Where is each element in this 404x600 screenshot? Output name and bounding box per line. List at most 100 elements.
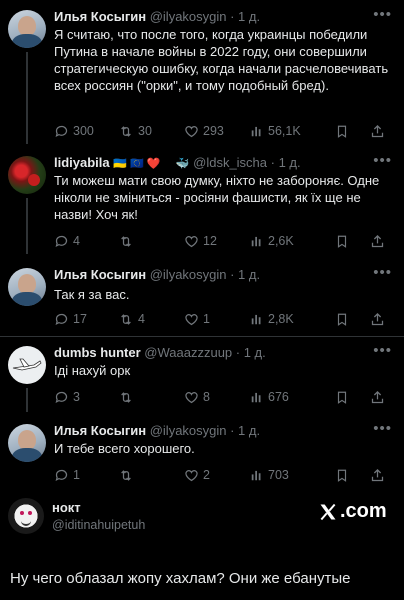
reply-count: 300: [73, 124, 94, 138]
share-button[interactable]: [370, 466, 389, 484]
tweet-actions: 4 12 2,6K: [54, 232, 394, 250]
avatar[interactable]: [8, 10, 46, 48]
bookmark-icon: [337, 313, 347, 326]
aircraft-icon: [12, 358, 42, 371]
reply-icon: [55, 391, 68, 403]
retweet-button[interactable]: [118, 466, 138, 484]
avatar[interactable]: [8, 268, 46, 306]
share-button[interactable]: [370, 388, 389, 406]
views-button[interactable]: 2,6K: [250, 232, 294, 250]
like-button[interactable]: 2: [184, 466, 210, 484]
more-icon[interactable]: •••: [373, 265, 392, 280]
like-button[interactable]: 1: [184, 310, 210, 328]
retweet-button[interactable]: [118, 388, 138, 406]
views-button[interactable]: 676: [250, 388, 289, 406]
tweet-actions: 3 8 676: [54, 388, 394, 406]
views-icon: [251, 392, 261, 403]
bookmark-button[interactable]: [335, 310, 353, 328]
views-button[interactable]: 703: [250, 466, 289, 484]
author-handle[interactable]: @ilyakosygin · 1 д.: [150, 9, 260, 24]
reply-button[interactable]: 4: [54, 232, 80, 250]
more-icon[interactable]: •••: [373, 343, 392, 358]
author-name[interactable]: Илья Косыгин: [54, 9, 146, 24]
tweet-header: Илья Косыгин @ilyakosygin · 1 д.: [54, 266, 260, 284]
view-count: 56,1K: [268, 124, 301, 138]
tweet-text: Іді нахуй орк: [54, 363, 131, 378]
x-brand-domain: .com: [340, 500, 387, 522]
x-logo-icon: [320, 503, 336, 520]
repost-card: нокт @iditinahuipetuh .com Ну чего облаз…: [0, 486, 404, 600]
author-handle[interactable]: @ilyakosygin · 1 д.: [150, 423, 260, 438]
author-name[interactable]: нокт: [52, 500, 81, 515]
author-handle[interactable]: @Waaazzzuup · 1 д.: [144, 345, 265, 360]
like-button[interactable]: 293: [184, 122, 224, 140]
tweet-actions: 300 30 293 56,1K: [54, 122, 394, 140]
tweet-text: Ти можеш мати свою думку, ніхто не забор…: [54, 173, 380, 222]
reply-button[interactable]: 1: [54, 466, 80, 484]
thread-line: [26, 388, 28, 412]
like-button[interactable]: 8: [184, 388, 210, 406]
bookmark-icon: [337, 469, 347, 482]
avatar[interactable]: [8, 346, 46, 384]
view-count: 703: [268, 468, 289, 482]
like-count: 1: [203, 312, 210, 326]
retweet-button[interactable]: 4: [118, 310, 145, 328]
tweet-header: dumbs hunter @Waaazzzuup · 1 д.: [54, 344, 266, 362]
tweet[interactable]: dumbs hunter @Waaazzzuup · 1 д. ••• Іді …: [0, 343, 404, 412]
like-icon: [185, 235, 198, 247]
bookmark-button[interactable]: [335, 122, 353, 140]
reply-button[interactable]: 300: [54, 122, 94, 140]
share-button[interactable]: [370, 122, 389, 140]
like-icon: [185, 125, 198, 137]
more-icon[interactable]: •••: [373, 421, 392, 436]
name-emojis: 🇺🇦 🇪🇺 ❤️ ✌ 🐳: [113, 158, 190, 170]
tweet-text: Я считаю, что после того, когда украинцы…: [54, 27, 389, 93]
views-button[interactable]: 56,1K: [250, 122, 301, 140]
view-count: 2,8K: [268, 312, 294, 326]
reply-button[interactable]: 17: [54, 310, 87, 328]
tweet[interactable]: Илья Косыгин @ilyakosygin · 1 д. ••• Я с…: [0, 7, 404, 144]
retweet-button[interactable]: 30: [118, 122, 152, 140]
like-icon: [185, 469, 198, 481]
bookmark-button[interactable]: [335, 388, 353, 406]
tweet-text: Так я за вас.: [54, 287, 130, 302]
avatar[interactable]: [8, 498, 44, 534]
retweet-button[interactable]: [118, 232, 138, 250]
bookmark-button[interactable]: [335, 232, 353, 250]
tweet[interactable]: Илья Косыгин @ilyakosygin · 1 д. ••• Так…: [0, 265, 404, 332]
author-name[interactable]: dumbs hunter: [54, 345, 141, 360]
author-name[interactable]: Илья Косыгин: [54, 267, 146, 282]
retweet-icon: [121, 235, 131, 247]
views-button[interactable]: 2,8K: [250, 310, 294, 328]
author-handle[interactable]: @ilyakosygin · 1 д.: [150, 267, 260, 282]
like-count: 2: [203, 468, 210, 482]
reply-button[interactable]: 3: [54, 388, 80, 406]
thread-line: [26, 198, 28, 254]
tweet-actions: 1 2 703: [54, 466, 394, 484]
retweet-icon: [121, 469, 131, 481]
avatar[interactable]: [8, 424, 46, 462]
more-icon[interactable]: •••: [373, 7, 392, 22]
author-handle[interactable]: @ldsk_ischa · 1 д.: [193, 155, 301, 170]
tweet-actions: 17 4 1 2,8K: [54, 310, 394, 328]
share-button[interactable]: [370, 232, 389, 250]
like-button[interactable]: 12: [184, 232, 217, 250]
tweet-thread: Илья Косыгин @ilyakosygin · 1 д. ••• Я с…: [0, 0, 404, 486]
author-name[interactable]: Илья Косыгин: [54, 423, 146, 438]
thread-line: [26, 52, 28, 144]
reply-count: 17: [73, 312, 87, 326]
avatar[interactable]: [8, 156, 46, 194]
bookmark-button[interactable]: [335, 466, 353, 484]
tweet[interactable]: Илья Косыгин @ilyakosygin · 1 д. ••• И т…: [0, 421, 404, 484]
like-count: 8: [203, 390, 210, 404]
reply-count: 1: [73, 468, 80, 482]
share-button[interactable]: [370, 310, 389, 328]
bookmark-icon: [337, 235, 347, 248]
divider: [0, 336, 404, 337]
more-icon[interactable]: •••: [373, 153, 392, 168]
author-name[interactable]: lidiyabila: [54, 155, 110, 170]
like-count: 293: [203, 124, 224, 138]
reply-icon: [55, 235, 68, 247]
author-handle[interactable]: @iditinahuipetuh: [52, 518, 145, 532]
tweet[interactable]: lidiyabila 🇺🇦 🇪🇺 ❤️ ✌ 🐳 @ldsk_ischa · 1 …: [0, 153, 404, 254]
